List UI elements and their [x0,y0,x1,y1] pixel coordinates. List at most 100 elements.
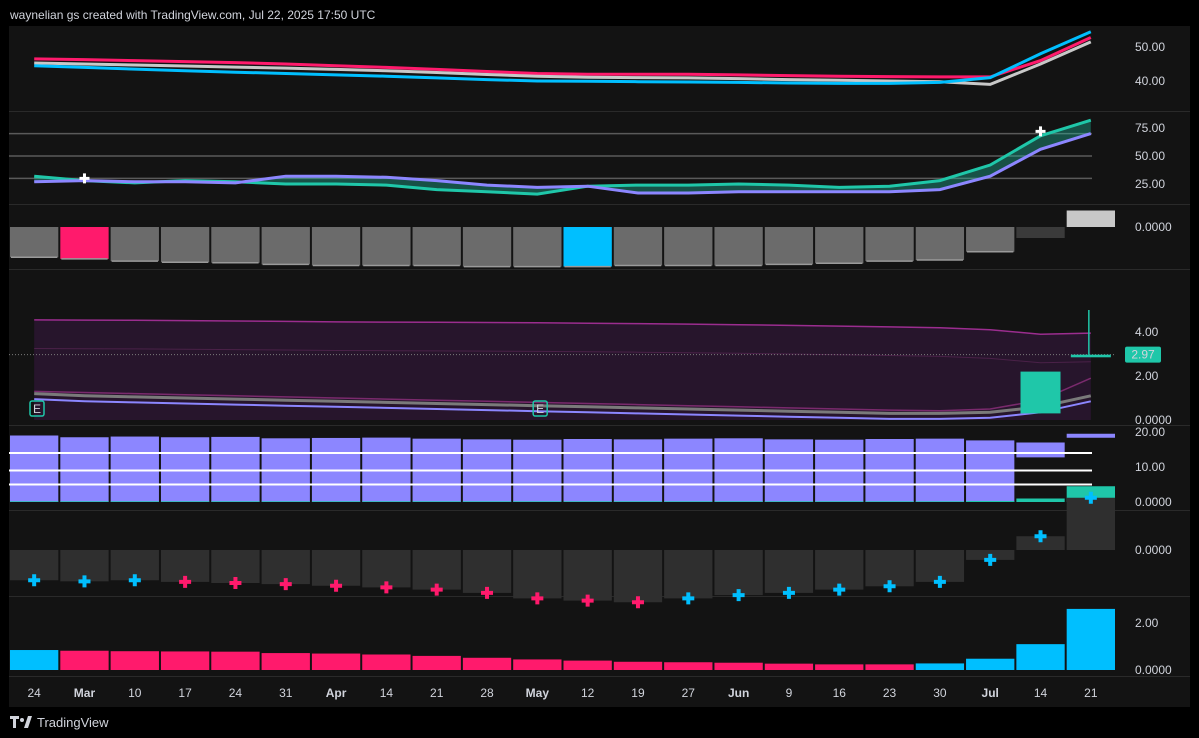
x-date-label: Jun [728,686,749,700]
x-date-label: 24 [229,686,243,700]
earnings-marker-label: E [33,402,41,416]
y-tick-label: 20.00 [1135,425,1165,439]
histogram-bar [110,227,159,262]
y-tick-label: 4.00 [1135,325,1159,339]
chart-area[interactable]: 50.00 40.00 75.00 50.00 25.00 0.0000 E E 2.97 4.0… [9,26,1190,707]
histogram-bar [10,227,59,258]
volume-teal-bar [362,501,411,502]
bottom-bar [513,659,562,670]
volume-teal-bar [513,501,562,502]
bottom-bar [664,662,713,670]
momentum-bar [613,550,663,603]
y-tick-label: 2.00 [1135,616,1159,630]
histogram-bar [966,227,1015,252]
histogram-bar [160,227,210,263]
price-label: 2.97 [1131,348,1155,362]
bottom-bar [1016,644,1065,670]
x-date-label: Mar [74,686,96,700]
histogram-bar [462,227,512,267]
x-date-label: 19 [631,686,645,700]
histogram-bar [613,227,663,266]
volume-bar [211,436,260,502]
volume-teal-bar [211,501,260,502]
volume-teal-bar [714,501,763,502]
bottom-bar [311,653,361,670]
histogram-bar [60,227,109,259]
volume-teal-bar [1016,498,1065,502]
candle-body [1020,371,1061,414]
earnings-marker-label: E [536,402,544,416]
x-date-label: 14 [1034,686,1048,700]
y-tick-label: 10.00 [1135,460,1165,474]
histogram-bar [513,227,562,267]
bottom-bar [10,650,59,670]
volume-teal-bar [311,501,361,502]
histogram-bar [815,227,864,264]
bottom-bar [211,651,260,670]
x-date-label: Apr [326,686,347,700]
volume-teal-bar [815,501,864,502]
volume-teal-bar [865,501,914,502]
x-date-label: 9 [786,686,793,700]
volume-teal-bar [60,501,109,502]
volume-teal-bar [412,501,461,502]
x-date-label: 21 [1084,686,1098,700]
histogram-bar [412,227,461,266]
bottom-bar [563,660,612,670]
momentum-bar [664,550,713,599]
bottom-bar [613,661,663,670]
volume-bar [10,435,59,502]
bottom-bar [261,653,310,670]
x-date-label: Jul [982,686,999,700]
x-date-label: 27 [682,686,696,700]
y-tick-label: 50.00 [1135,40,1165,54]
y-tick-label: 2.00 [1135,369,1159,383]
bottom-bar [815,664,864,670]
histogram-bar [764,227,814,265]
histogram-bar [915,227,965,260]
x-date-label: 12 [581,686,595,700]
chart-header: waynelian gs created with TradingView.co… [10,8,376,22]
candle-body [1070,354,1111,358]
chart-page: waynelian gs created with TradingView.co… [0,0,1199,738]
x-date-label: 16 [833,686,847,700]
histogram-bar [261,227,310,265]
volume-teal-bar [664,501,713,502]
y-tick-label: 0.0000 [1135,220,1172,234]
bottom-bar [412,655,461,670]
bottom-bar [714,662,763,670]
bottom-bar [362,654,411,670]
histogram-bar [362,227,411,266]
histogram-bar [714,227,763,266]
histogram-bar [211,227,260,263]
momentum-bar [462,550,512,593]
y-tick-label: 0.0000 [1135,495,1172,509]
histogram-bar [1066,210,1115,227]
y-tick-label: 75.00 [1135,121,1165,135]
x-date-label: 28 [480,686,494,700]
bottom-bar [865,664,914,670]
tradingview-logo-text: TradingView [37,714,109,730]
volume-teal-bar [261,501,310,502]
y-tick-label: 25.00 [1135,177,1165,191]
volume-teal-bar [462,501,512,502]
momentum-bar [513,550,562,599]
histogram-bar [563,227,612,267]
histogram-bar [311,227,361,266]
bottom-bar [110,651,159,670]
x-date-label: 24 [27,686,41,700]
x-date-label: 30 [933,686,947,700]
bottom-bar [60,650,109,670]
volume-bar [1066,433,1115,438]
volume-bar [1016,442,1065,458]
volume-bar [110,436,159,502]
volume-teal-bar [10,501,59,502]
tradingview-logo[interactable]: TradingView [10,713,109,731]
histogram-bar [664,227,713,266]
x-date-label: May [526,686,550,700]
x-date-label: 10 [128,686,142,700]
volume-teal-bar [764,501,814,502]
tradingview-logo-icon [10,716,32,728]
y-tick-label: 0.0000 [1135,543,1172,557]
bottom-bar [1066,608,1115,670]
